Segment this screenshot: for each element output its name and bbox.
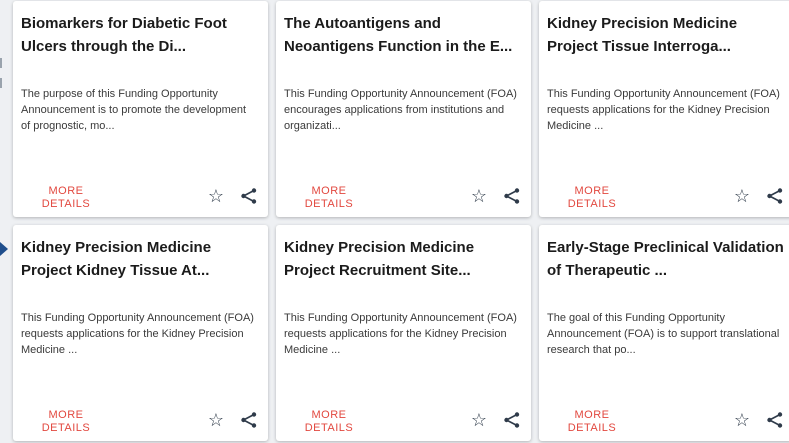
carousel-arrow-icon[interactable] — [0, 242, 8, 256]
card-description: This Funding Opportunity Announcement (F… — [284, 88, 517, 132]
opportunity-card[interactable]: Kidney Precision Medicine Project Tissue… — [539, 1, 789, 217]
card-title[interactable]: Early-Stage Preclinical Validation of Th… — [547, 236, 784, 308]
more-details-link[interactable]: MORE DETAILS — [294, 185, 364, 211]
card-footer: MORE DETAILS ☆ — [539, 181, 789, 211]
star-outline-icon[interactable]: ☆ — [471, 411, 487, 429]
star-outline-icon[interactable]: ☆ — [734, 187, 750, 205]
share-icon[interactable] — [240, 187, 258, 205]
share-icon[interactable] — [766, 187, 784, 205]
opportunity-card[interactable]: Kidney Precision Medicine Project Recrui… — [276, 225, 531, 441]
card-description: The purpose of this Funding Opportunity … — [21, 88, 247, 132]
edge-mark — [0, 78, 2, 88]
share-icon[interactable] — [503, 187, 521, 205]
card-description: This Funding Opportunity Announcement (F… — [284, 312, 517, 356]
more-details-link[interactable]: MORE DETAILS — [31, 409, 101, 435]
edge-mark — [0, 58, 2, 68]
more-details-link[interactable]: MORE DETAILS — [557, 185, 627, 211]
card-title[interactable]: Kidney Precision Medicine Project Recrui… — [284, 236, 521, 308]
opportunity-card[interactable]: Early-Stage Preclinical Validation of Th… — [539, 225, 789, 441]
card-description: This Funding Opportunity Announcement (F… — [21, 312, 254, 356]
card-footer: MORE DETAILS ☆ — [13, 405, 268, 435]
opportunity-card[interactable]: Kidney Precision Medicine Project Kidney… — [13, 225, 268, 441]
card-title[interactable]: Kidney Precision Medicine Project Kidney… — [21, 236, 258, 308]
left-edge — [0, 0, 8, 443]
opportunity-card[interactable]: The Autoantigens and Neoantigens Functio… — [276, 1, 531, 217]
star-outline-icon[interactable]: ☆ — [471, 187, 487, 205]
card-title[interactable]: Kidney Precision Medicine Project Tissue… — [547, 12, 784, 84]
card-grid: Biomarkers for Diabetic Foot Ulcers thro… — [13, 1, 789, 441]
card-footer: MORE DETAILS ☆ — [276, 181, 531, 211]
star-outline-icon[interactable]: ☆ — [734, 411, 750, 429]
share-icon[interactable] — [766, 411, 784, 429]
card-description: The goal of this Funding Opportunity Ann… — [547, 312, 780, 356]
card-description: This Funding Opportunity Announcement (F… — [547, 88, 780, 132]
star-outline-icon[interactable]: ☆ — [208, 411, 224, 429]
opportunity-card[interactable]: Biomarkers for Diabetic Foot Ulcers thro… — [13, 1, 268, 217]
card-footer: MORE DETAILS ☆ — [276, 405, 531, 435]
card-title[interactable]: The Autoantigens and Neoantigens Functio… — [284, 12, 521, 84]
card-footer: MORE DETAILS ☆ — [539, 405, 789, 435]
more-details-link[interactable]: MORE DETAILS — [31, 185, 101, 211]
card-footer: MORE DETAILS ☆ — [13, 181, 268, 211]
card-title[interactable]: Biomarkers for Diabetic Foot Ulcers thro… — [21, 12, 258, 84]
more-details-link[interactable]: MORE DETAILS — [557, 409, 627, 435]
more-details-link[interactable]: MORE DETAILS — [294, 409, 364, 435]
star-outline-icon[interactable]: ☆ — [208, 187, 224, 205]
share-icon[interactable] — [503, 411, 521, 429]
share-icon[interactable] — [240, 411, 258, 429]
